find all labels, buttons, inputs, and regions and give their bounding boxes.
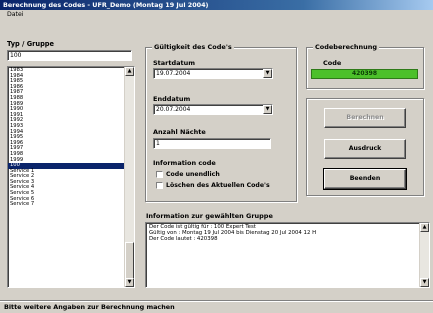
nights-input[interactable]: 1 — [153, 138, 271, 149]
info-line: Der Code lautet : 420398 — [149, 236, 218, 242]
code-label: Code — [323, 59, 342, 67]
start-date-select[interactable]: 19.07.2004 ▼ — [153, 68, 273, 79]
validity-group-title: Gültigkeit des Code's — [152, 43, 234, 51]
arrow-down-icon[interactable]: ▼ — [125, 278, 134, 287]
print-button[interactable]: Ausdruck — [324, 139, 406, 159]
checkbox-unlimited[interactable]: Code unendlich — [156, 170, 220, 179]
code-display: 420398 — [311, 69, 418, 79]
scroll-thumb[interactable] — [125, 242, 134, 280]
checkbox-box[interactable] — [156, 181, 163, 189]
checkbox-delete-label: Löschen des Aktuellen Code's — [166, 182, 270, 189]
code-calc-title: Codeberechnung — [313, 43, 379, 51]
type-group-label: Typ / Gruppe — [7, 40, 55, 48]
menu-bar: Datei — [0, 10, 433, 19]
checkbox-unlimited-label: Code unendlich — [166, 171, 220, 178]
end-date-label: Enddatum — [153, 95, 191, 103]
nights-label: Anzahl Nächte — [153, 128, 206, 136]
finish-button[interactable]: Beenden — [323, 168, 407, 190]
window-title: Berechnung des Codes - UFR_Demo (Montag … — [0, 0, 433, 10]
status-bar: Bitte weitere Angaben zur Berechnung mac… — [0, 300, 433, 313]
arrow-up-icon[interactable]: ▲ — [420, 223, 429, 232]
listbox-scrollbar[interactable]: ▲ ▼ — [124, 67, 134, 287]
end-date-select[interactable]: 20.07.2004 ▼ — [153, 104, 273, 115]
type-group-input[interactable]: 100 — [7, 50, 132, 61]
code-calc-group: Codeberechnung — [306, 43, 424, 89]
checkbox-delete[interactable]: Löschen des Aktuellen Code's — [156, 181, 270, 190]
info-memo[interactable]: Der Code ist gültig für : 100 Expert Tes… — [145, 222, 430, 288]
list-item[interactable]: Service 7 — [8, 202, 124, 208]
arrow-up-icon[interactable]: ▲ — [125, 67, 134, 76]
info-code-label: Information code — [153, 159, 216, 167]
checkbox-box[interactable] — [156, 170, 163, 178]
menu-datei[interactable]: Datei — [5, 11, 26, 18]
calculate-button[interactable]: Berechnen — [324, 108, 406, 128]
start-date-label: Startdatum — [153, 59, 196, 67]
arrow-down-icon[interactable]: ▼ — [420, 278, 429, 287]
end-date-value: 20.07.2004 — [156, 106, 191, 113]
info-group-label: Information zur gewählten Gruppe — [146, 212, 273, 220]
start-date-value: 19.07.2004 — [156, 70, 191, 77]
memo-scrollbar[interactable]: ▲ ▼ — [419, 223, 429, 287]
group-listbox[interactable]: 1983 1984 1985 1986 1987 1988 1989 1990 1991 1992… — [7, 66, 135, 288]
chevron-down-icon[interactable]: ▼ — [263, 69, 272, 78]
chevron-down-icon[interactable]: ▼ — [263, 105, 272, 114]
